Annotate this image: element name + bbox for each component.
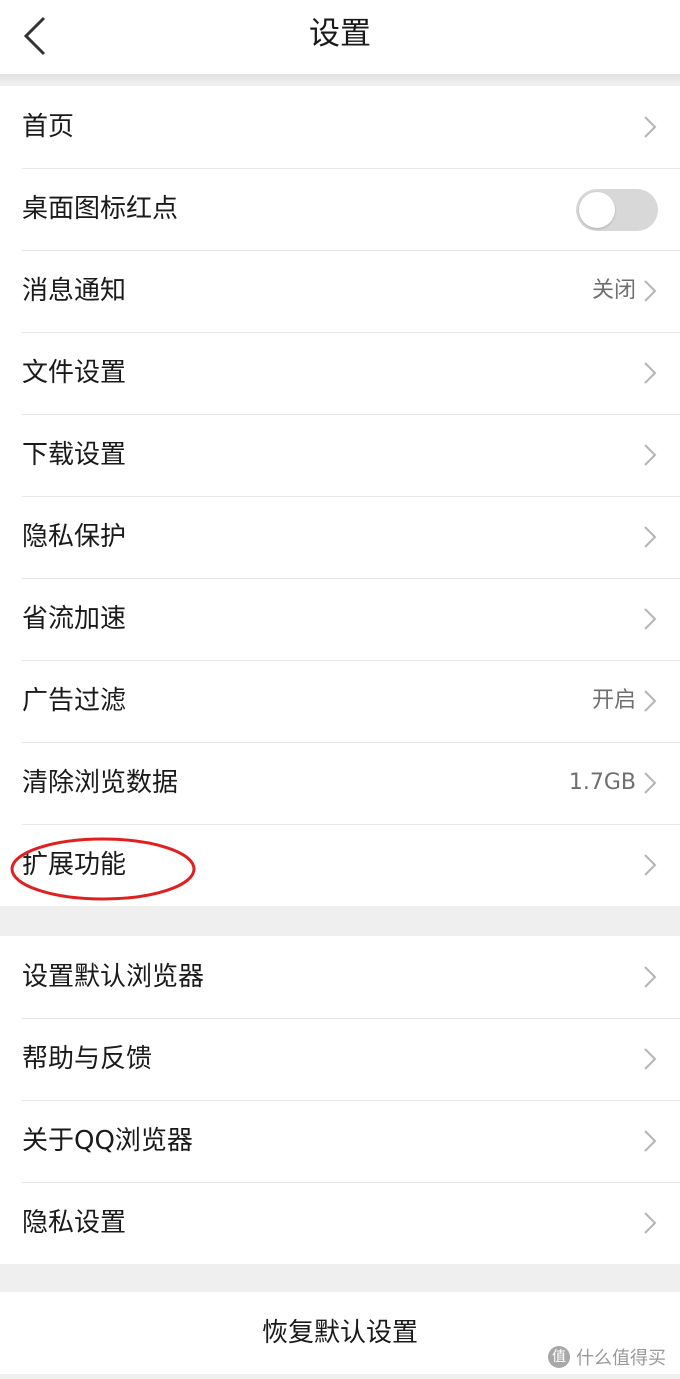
desktop-badge-toggle[interactable] (576, 189, 658, 231)
row-label: 隐私保护 (22, 522, 127, 552)
row-label: 首页 (22, 112, 75, 142)
chevron-right-icon (644, 526, 657, 548)
settings-row-notifications[interactable]: 消息通知 关闭 (0, 250, 680, 332)
header-divider (0, 74, 680, 84)
chevron-right-icon (644, 1212, 657, 1234)
row-label: 扩展功能 (22, 850, 127, 880)
row-label: 清除浏览数据 (22, 768, 179, 798)
chevron-right-icon (644, 966, 657, 988)
row-value: 开启 (591, 688, 636, 713)
row-label: 消息通知 (22, 276, 127, 306)
settings-row-extensions[interactable]: 扩展功能 (0, 824, 680, 906)
watermark-logo-icon: 值 (548, 1346, 570, 1368)
settings-row-data-saver[interactable]: 省流加速 (0, 578, 680, 660)
row-label: 桌面图标红点 (22, 194, 179, 224)
chevron-right-icon (644, 444, 657, 466)
row-label: 关于QQ浏览器 (22, 1126, 193, 1156)
settings-row-desktop-badge: 桌面图标红点 (0, 168, 680, 250)
settings-row-ad-filter[interactable]: 广告过滤 开启 (0, 660, 680, 742)
chevron-right-icon (644, 690, 657, 712)
settings-row-help-feedback[interactable]: 帮助与反馈 (0, 1018, 680, 1100)
page-title: 设置 (309, 16, 371, 52)
row-label: 省流加速 (22, 604, 127, 634)
settings-row-download-settings[interactable]: 下载设置 (0, 414, 680, 496)
header-bar: 设置 (0, 0, 680, 74)
settings-row-homepage[interactable]: 首页 (0, 86, 680, 168)
chevron-right-icon (644, 1048, 657, 1070)
chevron-right-icon (644, 116, 657, 138)
toggle-knob (579, 192, 615, 228)
chevron-right-icon (644, 854, 657, 876)
row-label: 设置默认浏览器 (22, 962, 205, 992)
chevron-right-icon (644, 362, 657, 384)
chevron-right-icon (644, 772, 657, 794)
settings-row-about-qq-browser[interactable]: 关于QQ浏览器 (0, 1100, 680, 1182)
settings-row-file-settings[interactable]: 文件设置 (0, 332, 680, 414)
row-label: 广告过滤 (22, 686, 127, 716)
watermark-text: 什么值得买 (576, 1348, 666, 1369)
row-label: 隐私设置 (22, 1208, 127, 1238)
settings-group-about: 设置默认浏览器 帮助与反馈 关于QQ浏览器 隐私设置 (0, 936, 680, 1264)
settings-row-privacy-settings[interactable]: 隐私设置 (0, 1182, 680, 1264)
row-label: 文件设置 (22, 358, 127, 388)
settings-row-privacy-protection[interactable]: 隐私保护 (0, 496, 680, 578)
chevron-right-icon (644, 1130, 657, 1152)
row-value: 关闭 (591, 278, 636, 303)
chevron-right-icon (644, 280, 657, 302)
row-label: 下载设置 (22, 440, 127, 470)
watermark: 值 什么值得买 (548, 1343, 666, 1371)
settings-row-clear-browsing-data[interactable]: 清除浏览数据 1.7GB (0, 742, 680, 824)
settings-group-main: 首页 桌面图标红点 消息通知 关闭 文件设置 下载设置 隐私保护 省流加速 广告… (0, 86, 680, 906)
settings-row-default-browser[interactable]: 设置默认浏览器 (0, 936, 680, 1018)
row-label: 帮助与反馈 (22, 1044, 153, 1074)
row-value: 1.7GB (568, 770, 636, 795)
chevron-right-icon (644, 608, 657, 630)
